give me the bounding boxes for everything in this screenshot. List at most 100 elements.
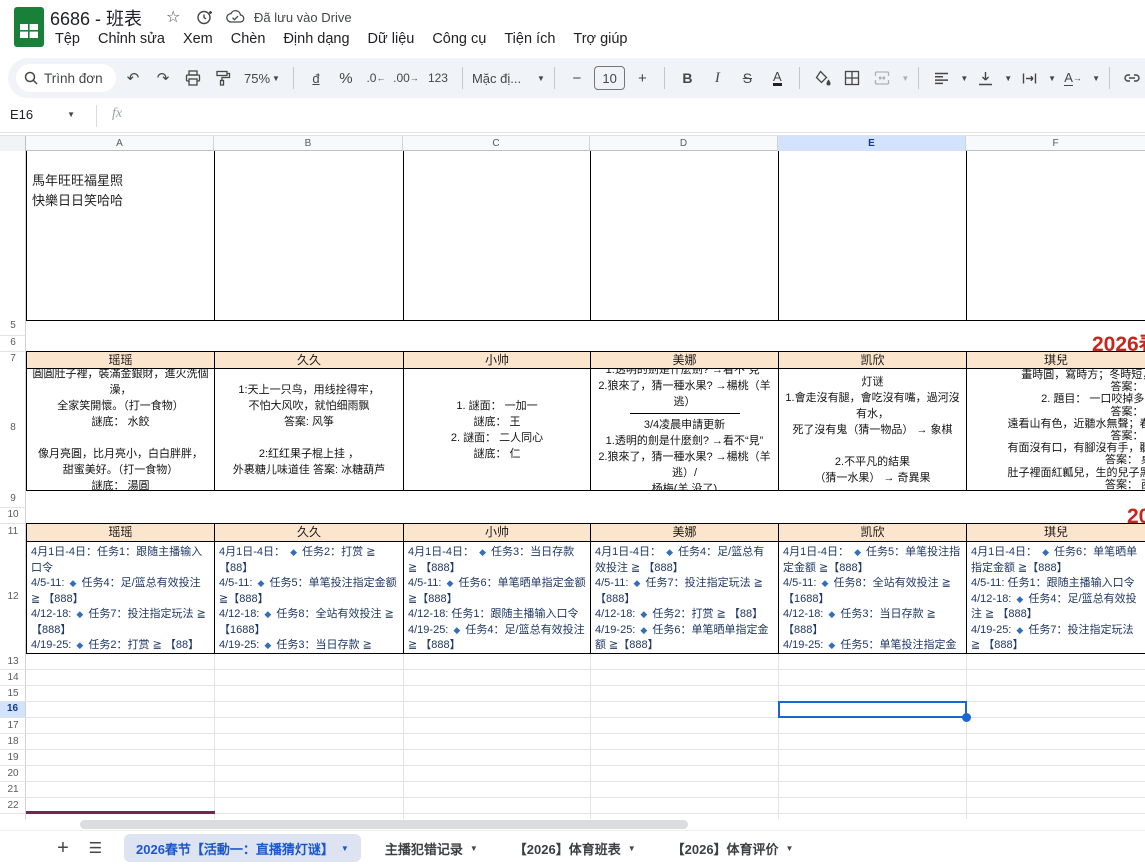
number-format-button[interactable]: 123 [423, 65, 453, 91]
row-header-18[interactable]: 18 [0, 736, 26, 747]
menu-data[interactable]: Dữ liệu [359, 28, 424, 50]
scrollbar-thumb[interactable] [80, 820, 688, 829]
increase-decimal-button[interactable]: .00→ [393, 65, 419, 91]
row-header-16[interactable]: 16 [0, 701, 25, 717]
menu-format[interactable]: Định dạng [274, 28, 358, 50]
empty-cell[interactable] [590, 151, 779, 321]
font-size-input[interactable]: 10 [594, 66, 626, 90]
row-header-5[interactable]: 5 [0, 320, 26, 331]
format-currency-button[interactable]: đ [303, 65, 329, 91]
menu-file[interactable]: Tệp [46, 28, 89, 50]
strikethrough-button[interactable]: S [734, 65, 760, 91]
text-color-button[interactable]: A [773, 70, 782, 86]
anchor-header2-jiujiu[interactable]: 久久 [214, 523, 404, 542]
history-plus-icon[interactable] [196, 9, 213, 26]
row-header-13[interactable]: 13 [0, 656, 26, 667]
name-box[interactable]: E16 ▼ [10, 107, 90, 122]
horizontal-align-button[interactable] [928, 65, 954, 91]
empty-cell[interactable] [403, 151, 591, 321]
anchor-header-qier[interactable]: 琪兒 [966, 351, 1145, 369]
row-header-11[interactable]: 11 [0, 526, 26, 537]
vertical-align-button[interactable] [972, 65, 998, 91]
increase-font-size-button[interactable]: + [629, 65, 655, 91]
merge-cells-button[interactable] [869, 65, 895, 91]
task-cell-kaixin[interactable]: 4月1日-4日： ◆ 任务5：单笔投注指定金额 ≧【888】4/5-11: ◆ … [778, 541, 967, 654]
row-header-9[interactable]: 9 [0, 493, 26, 504]
riddle-cell-qier[interactable]: 畫時圓，寫時方；冬時短，夏時長。（猜一字） 答案： 日 2. 題目： 一口咬掉多… [966, 368, 1145, 491]
column-header-d[interactable]: D [590, 136, 778, 151]
all-sheets-icon[interactable]: ☰ [78, 839, 112, 857]
column-header-b[interactable]: B [214, 136, 403, 151]
row-header-21[interactable]: 21 [0, 784, 26, 795]
paint-format-button[interactable] [210, 65, 236, 91]
borders-button[interactable] [839, 65, 865, 91]
row-header-10[interactable]: 10 [0, 509, 26, 520]
task-cell-xiaoshuai[interactable]: 4月1日-4日： ◆ 任务3：当日存款 ≧ 【888】4/5-11: ◆ 任务6… [403, 541, 591, 654]
text-rotation-button[interactable]: A→ [1060, 65, 1086, 91]
anchor-header-xiaoshuai[interactable]: 小帅 [403, 351, 591, 369]
row-header-22[interactable]: 22 [0, 800, 26, 811]
add-sheet-button[interactable]: + [48, 837, 78, 860]
anchor-header-yaoyao[interactable]: 瑶瑶 [26, 351, 215, 369]
zoom-selector[interactable]: 75% ▼ [240, 71, 284, 86]
sheet-tab-3[interactable]: 【2026】体育班表 ▼ [502, 834, 648, 862]
sheet-tab-2[interactable]: 主播犯错记录 ▼ [373, 834, 490, 862]
redo-button[interactable]: ↷ [150, 65, 176, 91]
anchor-header2-kaixin[interactable]: 凯欣 [778, 523, 967, 542]
sheet-tab-active[interactable]: 2026春节【活動一：直播猜灯谜】 ▼ [124, 834, 361, 862]
cloud-saved-icon[interactable] [226, 9, 245, 24]
anchor-header2-meina[interactable]: 美娜 [590, 523, 779, 542]
decrease-font-size-button[interactable]: − [564, 65, 590, 91]
anchor-header-jiujiu[interactable]: 久久 [214, 351, 404, 369]
row-header-8[interactable]: 8 [0, 422, 26, 433]
menu-tools[interactable]: Công cụ [423, 28, 495, 50]
riddle-cell-jiujiu[interactable]: 1:天上一只鸟，用线拴得牢， 不怕大风吹，就怕细雨飘 答案: 风筝 2:红红果子… [214, 368, 404, 491]
search-menus-input[interactable]: Trình đơn [16, 64, 116, 92]
row-header-7[interactable]: 7 [0, 353, 26, 364]
font-family-selector[interactable]: Mặc đị... [472, 71, 531, 86]
insert-link-icon[interactable] [1119, 65, 1145, 91]
row-header-12[interactable]: 12 [0, 591, 26, 602]
row-header-17[interactable]: 17 [0, 720, 26, 731]
anchor-header2-yaoyao[interactable]: 瑶瑶 [26, 523, 215, 542]
task-cell-meina[interactable]: 4月1日-4日： ◆ 任务4：足/篮总有效投注 ≧ 【888】4/5-11: ◆… [590, 541, 779, 654]
undo-button[interactable]: ↶ [120, 65, 146, 91]
greeting-cell[interactable]: 馬年旺旺福星照 快樂日日笑哈哈 [26, 151, 215, 321]
decrease-decimal-button[interactable]: .0← [363, 65, 389, 91]
bold-button[interactable]: B [674, 65, 700, 91]
row-header-15[interactable]: 15 [0, 688, 26, 699]
column-header-c[interactable]: C [403, 136, 590, 151]
task-cell-jiujiu[interactable]: 4月1日-4日： ◆ 任务2：打赏 ≧ 【88】4/5-11: ◆ 任务5：单笔… [214, 541, 404, 654]
anchor-header-kaixin[interactable]: 凯欣 [778, 351, 967, 369]
star-icon[interactable]: ☆ [166, 7, 180, 27]
riddle-cell-xiaoshuai[interactable]: 1. 謎面： 一加一 謎底： 王 2. 謎面： 二人同心 謎底： 仁 [403, 368, 591, 491]
menu-edit[interactable]: Chỉnh sửa [89, 28, 174, 50]
menu-insert[interactable]: Chèn [222, 28, 275, 50]
menu-view[interactable]: Xem [174, 28, 222, 50]
task-cell-qier[interactable]: 4月1日-4日： ◆ 任务6：单笔晒单指定金额 ≧【888】4/5-11: 任务… [966, 541, 1145, 654]
format-percent-button[interactable]: % [333, 65, 359, 91]
row-header-14[interactable]: 14 [0, 672, 26, 683]
column-header-f[interactable]: F [966, 136, 1145, 151]
sheet-tab-4[interactable]: 【2026】体育评价 ▼ [660, 834, 806, 862]
row-header-6[interactable]: 6 [0, 337, 26, 348]
sheets-logo-icon[interactable] [14, 7, 44, 47]
column-header-e[interactable]: E [778, 136, 966, 151]
menu-help[interactable]: Trợ giúp [564, 28, 636, 50]
italic-button[interactable]: I [704, 65, 730, 91]
empty-cell[interactable] [778, 151, 967, 321]
empty-cell[interactable] [214, 151, 404, 321]
anchor-header2-qier[interactable]: 琪兒 [966, 523, 1145, 542]
select-all-corner[interactable] [0, 136, 26, 151]
riddle-cell-kaixin[interactable]: 灯谜 1.會走沒有腿，會吃沒有嘴，過河沒有水， 死了沒有鬼（猜一物品） → 象棋… [778, 368, 967, 491]
horizontal-scrollbar[interactable] [0, 819, 1145, 830]
fill-color-button[interactable] [809, 65, 835, 91]
text-wrap-button[interactable] [1016, 65, 1042, 91]
selected-cell-e16[interactable] [778, 701, 967, 718]
row-header-20[interactable]: 20 [0, 768, 26, 779]
empty-cell[interactable] [966, 151, 1145, 321]
anchor-header2-xiaoshuai[interactable]: 小帅 [403, 523, 591, 542]
task-cell-yaoyao[interactable]: 4月1日-4日：任务1：跟随主播输入口令4/5-11: ◆ 任务4：足/篮总有效… [26, 541, 215, 654]
column-header-a[interactable]: A [26, 136, 214, 151]
print-button[interactable] [180, 65, 206, 91]
